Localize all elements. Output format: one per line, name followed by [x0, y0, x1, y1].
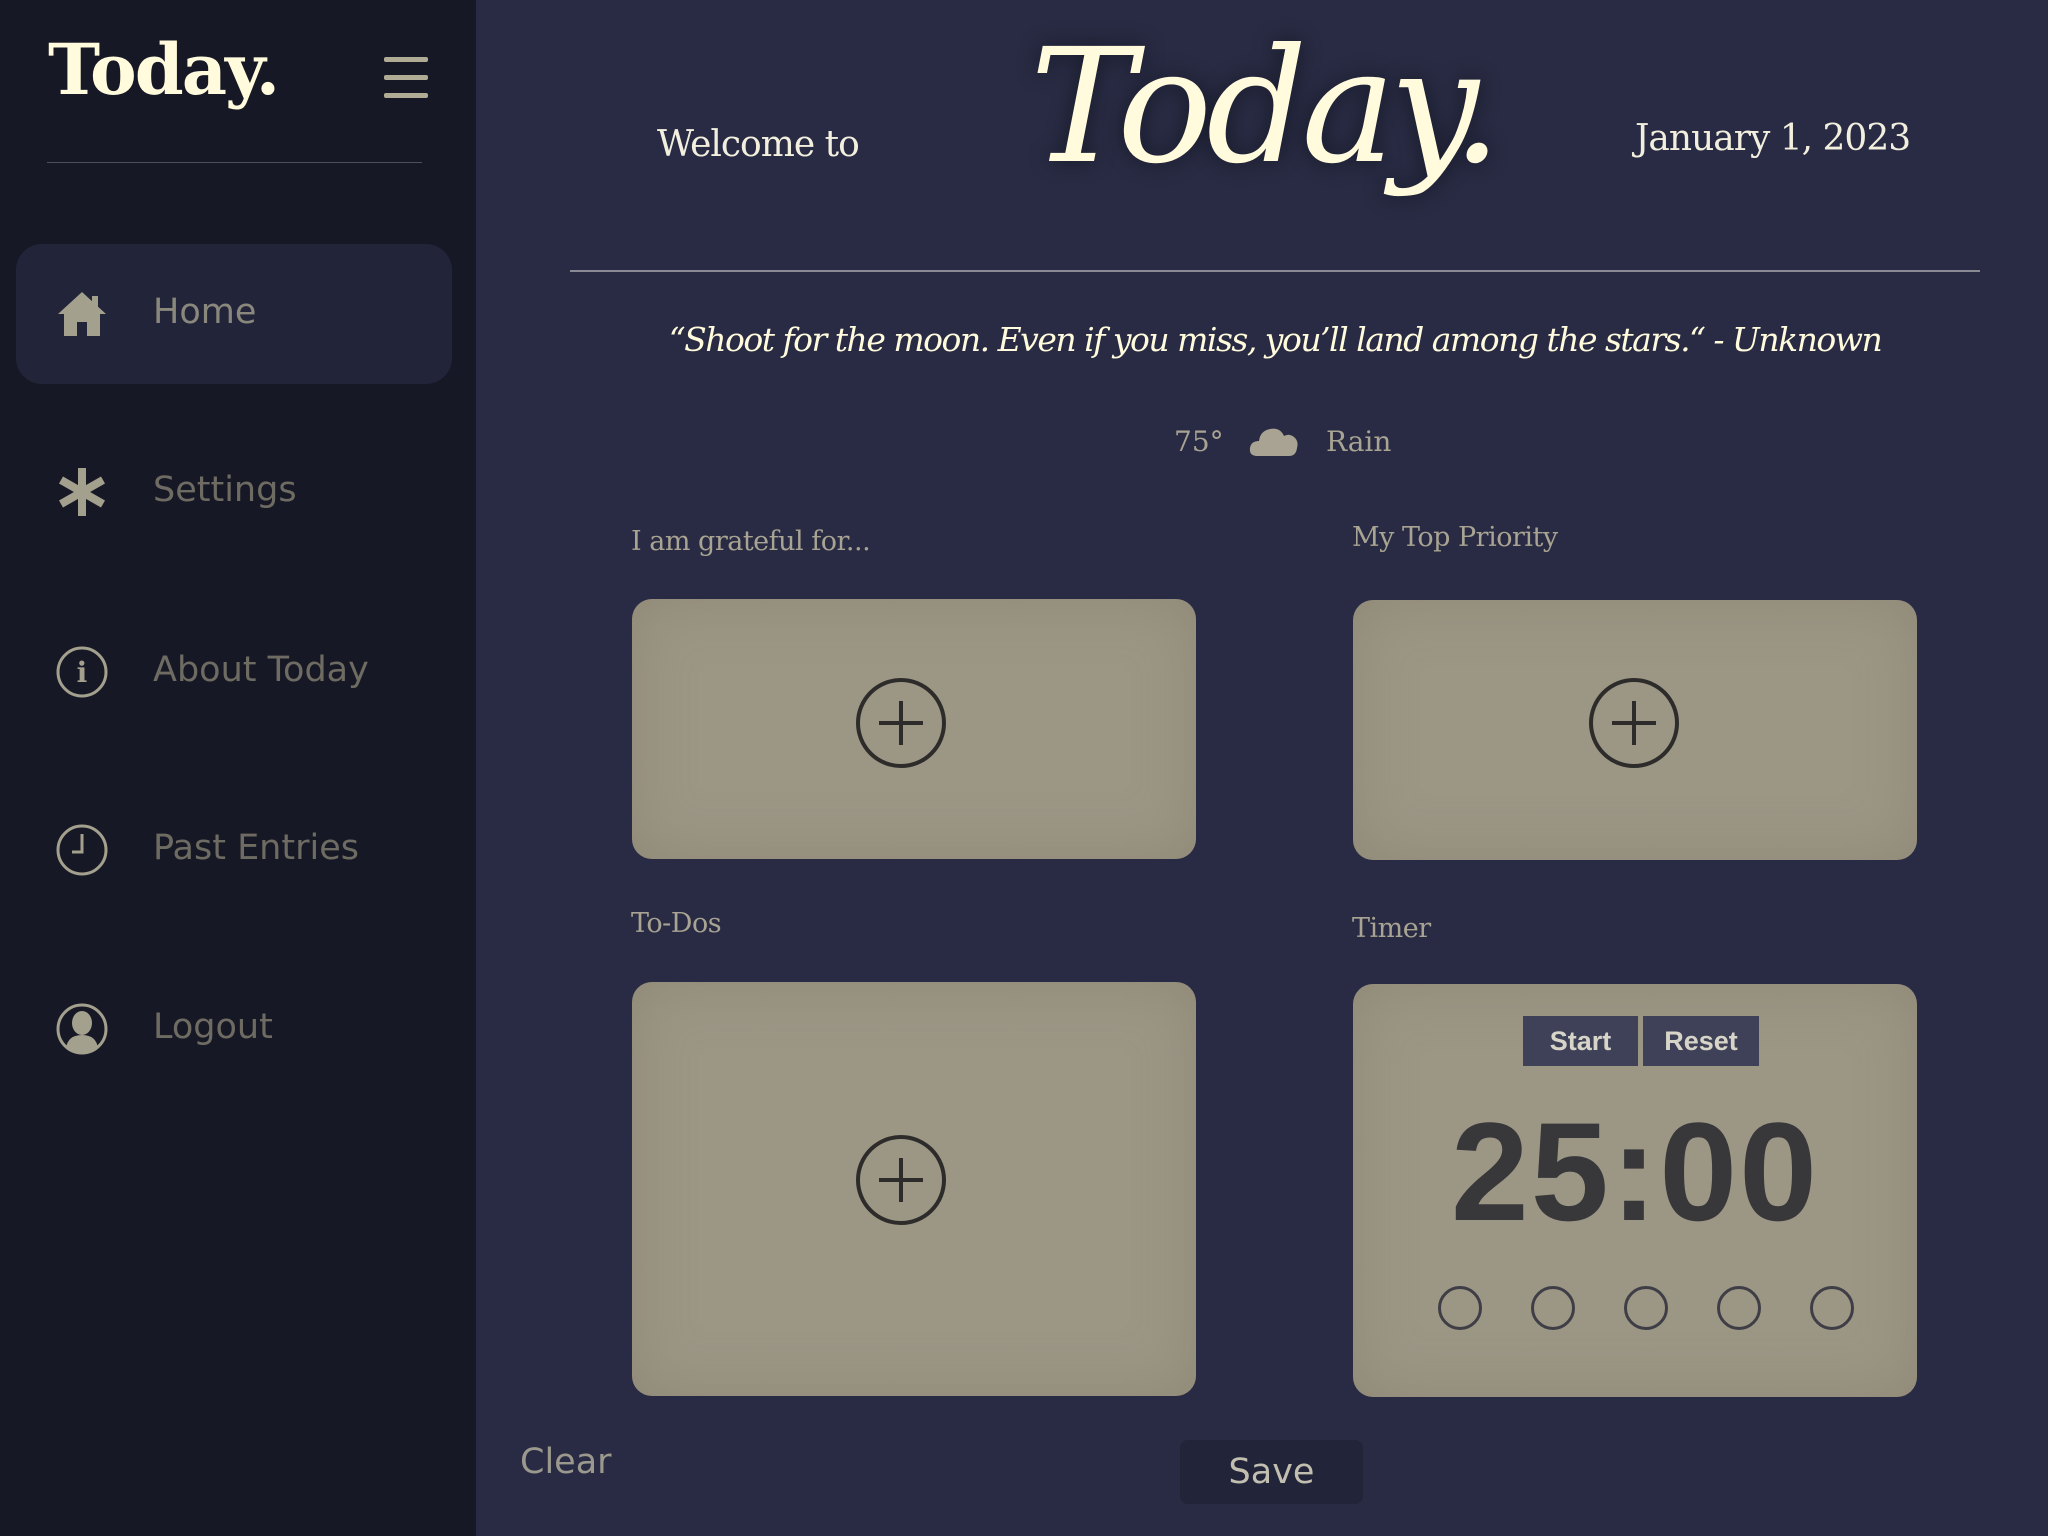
- header-divider: [570, 270, 1980, 272]
- section-title-timer: Timer: [1352, 913, 1431, 944]
- timer-start-button[interactable]: Start: [1523, 1016, 1638, 1066]
- cloud-icon: [1249, 428, 1298, 456]
- add-grateful-button[interactable]: [856, 678, 946, 768]
- user-icon: [56, 1003, 108, 1055]
- section-title-todos: To-Dos: [631, 908, 722, 939]
- save-button[interactable]: Save: [1180, 1440, 1363, 1504]
- timer-card: Start Reset 25:00: [1353, 984, 1917, 1397]
- svg-text:i: i: [77, 656, 88, 689]
- clock-icon: [56, 824, 108, 876]
- page-title: Today.: [1030, 15, 1502, 199]
- hamburger-menu-icon[interactable]: [384, 57, 430, 99]
- section-title-priority: My Top Priority: [1352, 522, 1558, 553]
- sidebar-item-label: Past Entries: [153, 828, 359, 868]
- clear-button[interactable]: Clear: [520, 1442, 612, 1482]
- current-date: January 1, 2023: [1635, 118, 1911, 159]
- sidebar-item-label: Home: [153, 292, 257, 332]
- session-dot[interactable]: [1624, 1286, 1668, 1330]
- session-dot[interactable]: [1438, 1286, 1482, 1330]
- sidebar-item-home[interactable]: Home: [16, 244, 452, 384]
- add-todo-button[interactable]: [856, 1135, 946, 1225]
- weather-temperature: 75°: [1174, 425, 1224, 458]
- info-icon: i: [56, 646, 108, 698]
- session-dot[interactable]: [1717, 1286, 1761, 1330]
- todos-card: [632, 982, 1196, 1396]
- priority-card: [1353, 600, 1917, 860]
- sidebar-item-label: About Today: [153, 650, 369, 690]
- session-dot[interactable]: [1531, 1286, 1575, 1330]
- sidebar-item-about[interactable]: i About Today: [16, 602, 452, 742]
- sidebar-item-settings[interactable]: Settings: [16, 422, 452, 562]
- sidebar-item-label: Settings: [153, 470, 297, 510]
- asterisk-icon: [59, 468, 105, 516]
- weather-condition: Rain: [1326, 425, 1392, 458]
- brand-logo: Today.: [48, 28, 280, 111]
- sidebar-item-label: Logout: [153, 1007, 273, 1047]
- grateful-card: [632, 599, 1196, 859]
- timer-display: 25:00: [1450, 1093, 1820, 1250]
- sidebar-divider: [47, 162, 422, 163]
- sidebar-item-logout[interactable]: Logout: [16, 959, 452, 1099]
- add-priority-button[interactable]: [1589, 678, 1679, 768]
- section-title-grateful: I am grateful for...: [631, 526, 871, 557]
- sidebar-item-past-entries[interactable]: Past Entries: [16, 780, 452, 920]
- home-icon: [58, 292, 106, 336]
- sidebar: Today. Home Settings i About Today Past …: [0, 0, 476, 1536]
- session-dot[interactable]: [1810, 1286, 1854, 1330]
- daily-quote: “Shoot for the moon. Even if you miss, y…: [668, 320, 1883, 359]
- timer-reset-button[interactable]: Reset: [1643, 1016, 1759, 1066]
- welcome-text: Welcome to: [657, 124, 860, 165]
